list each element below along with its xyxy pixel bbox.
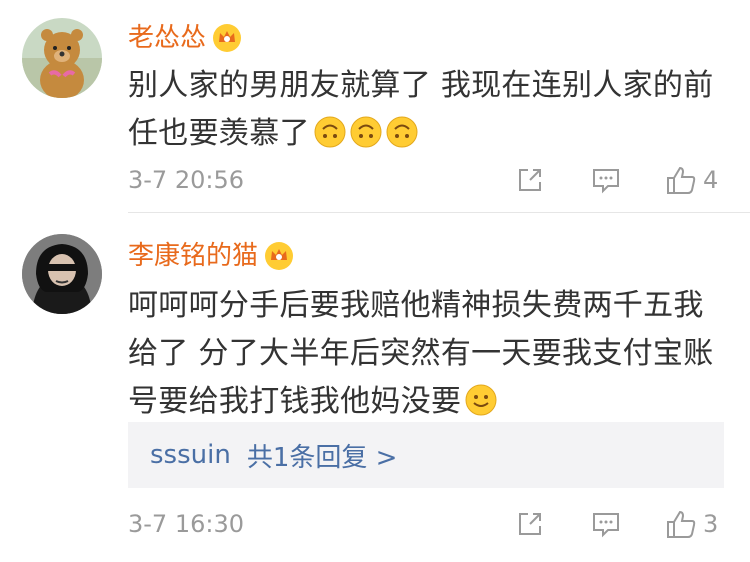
comment-meta-row: 3-7 20:56 4: [128, 160, 728, 200]
like-count: 3: [703, 510, 719, 538]
reply-button[interactable]: [591, 508, 621, 540]
reply-thread-link[interactable]: sssuin 共1条回复 >: [128, 422, 724, 488]
share-icon: [519, 169, 541, 191]
upside-down-face-icon: [314, 115, 346, 148]
comment-item: 李康铭的猫 呵呵呵分手后要我赔他精神损失费两千五我 给了 分了大半年后突然有一天…: [0, 214, 750, 562]
reply-count-link[interactable]: 共1条回复 >: [247, 437, 398, 474]
comment-text-line-with-emoji: 任也要羡慕了: [128, 110, 728, 158]
comment-text-line: 任也要羡慕了: [128, 116, 310, 151]
upside-down-face-icon: [386, 115, 418, 148]
username[interactable]: 李康铭的猫: [128, 236, 258, 276]
vip-crown-icon: [264, 241, 294, 271]
share-button[interactable]: [515, 164, 545, 196]
comment-meta-row: 3-7 16:30 3: [128, 504, 728, 544]
divider: [128, 212, 750, 213]
username[interactable]: 老怂怂: [128, 18, 206, 58]
avatar-bear-image: [22, 18, 102, 98]
reply-button[interactable]: [591, 164, 621, 196]
comment-text: 呵呵呵分手后要我赔他精神损失费两千五我 给了 分了大半年后突然有一天要我支付宝账…: [128, 282, 728, 426]
share-button[interactable]: [515, 508, 545, 540]
avatar[interactable]: [22, 234, 102, 314]
vip-crown-icon: [212, 23, 242, 53]
timestamp: 3-7 20:56: [128, 166, 244, 194]
comment-icon: [593, 169, 619, 194]
like-button[interactable]: 3: [665, 508, 718, 540]
username-row: 李康铭的猫: [128, 236, 294, 276]
share-icon: [519, 513, 541, 535]
comment-text-line: 呵呵呵分手后要我赔他精神损失费两千五我: [128, 288, 704, 323]
thumbs-up-icon: [667, 510, 696, 538]
comment-text-line: 给了 分了大半年后突然有一天要我支付宝账: [128, 336, 714, 371]
thumbs-up-icon: [667, 166, 696, 194]
like-count: 4: [703, 166, 719, 194]
username-row: 老怂怂: [128, 18, 242, 58]
comment-text: 别人家的男朋友就算了 我现在连别人家的前 任也要羡慕了: [128, 62, 728, 158]
comment-text-line: 号要给我打钱我他妈没要: [128, 384, 462, 419]
comment-icon: [593, 513, 619, 538]
comment-text-line: 别人家的男朋友就算了 我现在连别人家的前: [128, 68, 714, 103]
comment-item: 老怂怂 别人家的男朋友就算了 我现在连别人家的前 任也要羡慕了 3-7 20:5…: [0, 0, 750, 214]
like-button[interactable]: 4: [665, 164, 718, 196]
smile-face-icon: [465, 383, 497, 416]
upside-down-face-icon: [350, 115, 382, 148]
avatar[interactable]: [22, 18, 102, 98]
reply-username[interactable]: sssuin: [150, 440, 231, 470]
timestamp: 3-7 16:30: [128, 510, 244, 538]
comment-text-line-with-emoji: 号要给我打钱我他妈没要: [128, 378, 728, 426]
avatar-person-image: [22, 234, 102, 314]
